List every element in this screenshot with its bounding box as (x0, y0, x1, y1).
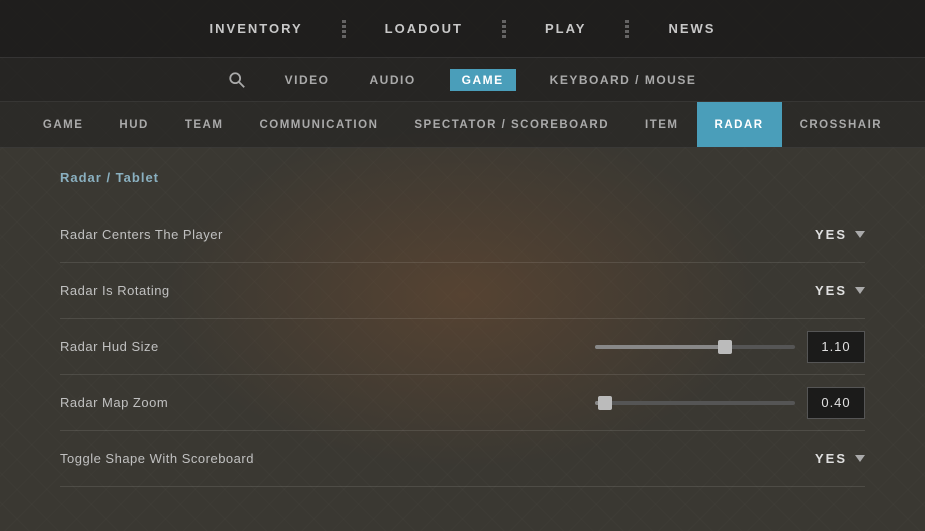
slider-container-radar-map-zoom: 0.40 (595, 387, 865, 419)
value-radar-centers-player: YES (815, 227, 847, 242)
label-radar-is-rotating: Radar Is Rotating (60, 283, 170, 298)
value-radar-is-rotating: YES (815, 283, 847, 298)
label-radar-map-zoom: Radar Map Zoom (60, 395, 168, 410)
nav-divider-3 (618, 20, 636, 38)
sub-navigation: GAME HUD TEAM COMMUNICATION SPECTATOR / … (0, 102, 925, 148)
search-button[interactable] (223, 66, 251, 94)
slider-fill-radar-hud-size (595, 345, 725, 349)
settings-list: Radar Centers The Player YES Radar Is Ro… (60, 207, 865, 487)
subnav-item[interactable]: ITEM (627, 102, 696, 147)
chevron-down-icon (855, 287, 865, 294)
nav-divider-2 (495, 20, 513, 38)
slider-track-radar-hud-size[interactable] (595, 345, 795, 349)
dropdown-radar-centers-player[interactable]: YES (815, 227, 865, 242)
setting-radar-hud-size: Radar Hud Size 1.10 (60, 319, 865, 375)
main-content: Radar / Tablet Radar Centers The Player … (0, 148, 925, 509)
setting-radar-centers-player: Radar Centers The Player YES (60, 207, 865, 263)
nav-inventory[interactable]: INVENTORY (178, 0, 335, 57)
label-toggle-shape-scoreboard: Toggle Shape With Scoreboard (60, 451, 254, 466)
subnav-hud[interactable]: HUD (101, 102, 166, 147)
search-icon (228, 71, 246, 89)
tab-video[interactable]: VIDEO (279, 69, 336, 91)
setting-radar-is-rotating: Radar Is Rotating YES (60, 263, 865, 319)
dropdown-radar-is-rotating[interactable]: YES (815, 283, 865, 298)
subnav-crosshair[interactable]: CROSSHAIR (782, 102, 901, 147)
subnav-communication[interactable]: COMMUNICATION (241, 102, 396, 147)
tab-audio[interactable]: AUDIO (363, 69, 421, 91)
value-toggle-shape-scoreboard: YES (815, 451, 847, 466)
slider-thumb-radar-hud-size[interactable] (718, 340, 732, 354)
tab-game[interactable]: GAME (450, 69, 516, 91)
subnav-game[interactable]: GAME (25, 102, 102, 147)
slider-thumb-radar-map-zoom[interactable] (598, 396, 612, 410)
label-radar-hud-size: Radar Hud Size (60, 339, 159, 354)
nav-divider-1 (335, 20, 353, 38)
nav-news[interactable]: NEWS (636, 0, 747, 57)
input-radar-map-zoom[interactable]: 0.40 (807, 387, 865, 419)
input-radar-hud-size[interactable]: 1.10 (807, 331, 865, 363)
nav-play[interactable]: PLAY (513, 0, 618, 57)
setting-toggle-shape-scoreboard: Toggle Shape With Scoreboard YES (60, 431, 865, 487)
label-radar-centers-player: Radar Centers The Player (60, 227, 223, 242)
nav-loadout[interactable]: LOADOUT (353, 0, 495, 57)
slider-track-radar-map-zoom[interactable] (595, 401, 795, 405)
slider-container-radar-hud-size: 1.10 (595, 331, 865, 363)
top-navigation: INVENTORY LOADOUT PLAY NEWS (0, 0, 925, 58)
dropdown-toggle-shape-scoreboard[interactable]: YES (815, 451, 865, 466)
setting-radar-map-zoom: Radar Map Zoom 0.40 (60, 375, 865, 431)
subnav-team[interactable]: TEAM (167, 102, 242, 147)
tab-keyboard-mouse[interactable]: KEYBOARD / MOUSE (544, 69, 703, 91)
chevron-down-icon (855, 455, 865, 462)
subnav-radar[interactable]: RADAR (697, 102, 782, 147)
second-navigation: VIDEO AUDIO GAME KEYBOARD / MOUSE (0, 58, 925, 102)
section-title: Radar / Tablet (60, 170, 865, 185)
chevron-down-icon (855, 231, 865, 238)
subnav-spectator-scoreboard[interactable]: SPECTATOR / SCOREBOARD (396, 102, 627, 147)
